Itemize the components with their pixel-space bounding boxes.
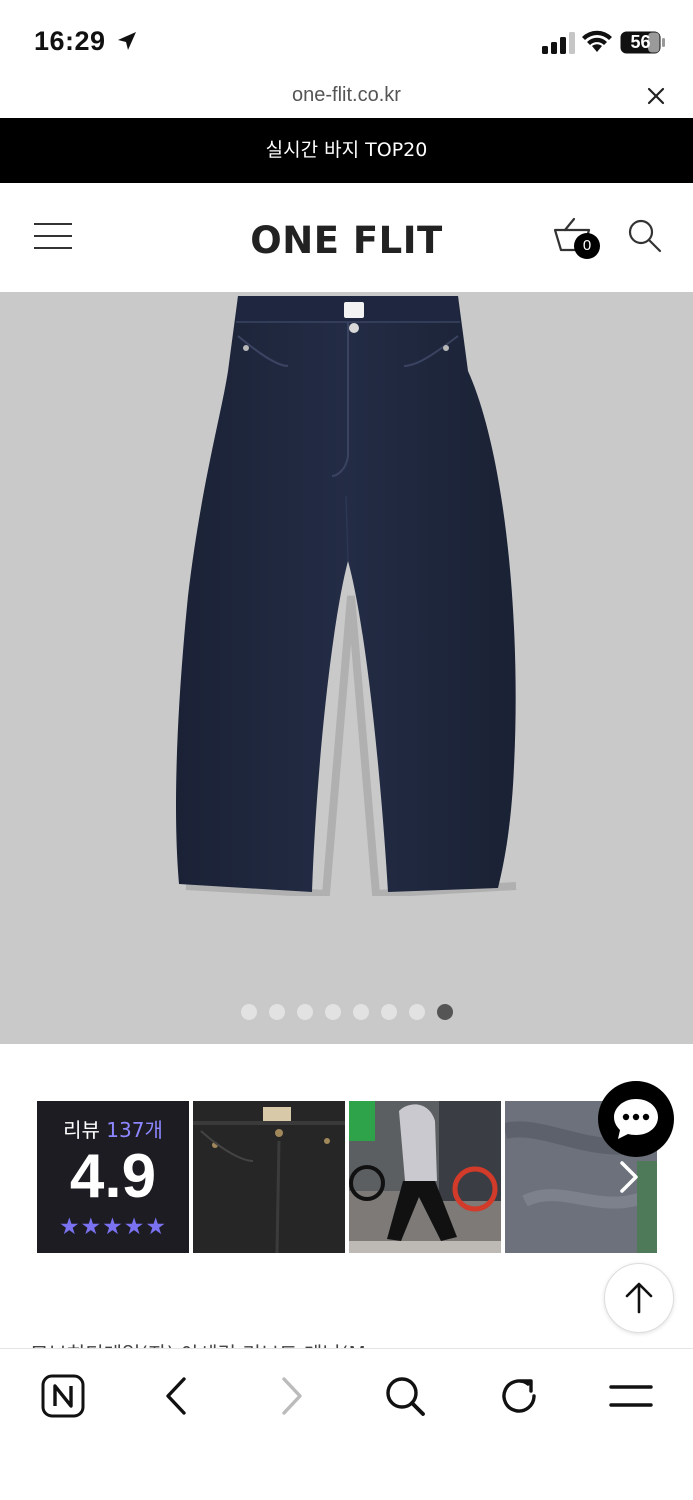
review-photo-jeans-closeup xyxy=(193,1101,345,1253)
product-image-carousel[interactable] xyxy=(0,292,693,1044)
browser-toolbar xyxy=(0,1348,693,1500)
chevron-right-icon[interactable] xyxy=(617,1159,641,1195)
review-score: 4.9 xyxy=(69,1142,157,1211)
review-count-label: 리뷰 137개 xyxy=(37,1114,189,1143)
review-label-text: 리뷰 xyxy=(63,1118,107,1142)
status-bar: 16:29 56 one-flit.co.kr xyxy=(0,0,693,106)
close-icon[interactable] xyxy=(644,84,668,108)
carousel-dot[interactable] xyxy=(408,1004,425,1020)
menu-icon[interactable] xyxy=(606,1371,656,1421)
chat-button[interactable] xyxy=(598,1081,674,1157)
review-photo-thumbnail[interactable] xyxy=(349,1101,501,1253)
star-rating: ★★★★★ xyxy=(58,1213,168,1239)
battery-level: 56 xyxy=(630,32,651,52)
carousel-dot[interactable] xyxy=(296,1004,313,1020)
back-icon[interactable] xyxy=(152,1371,202,1421)
naver-home-icon[interactable] xyxy=(38,1371,88,1421)
search-icon[interactable] xyxy=(380,1371,430,1421)
carousel-indicator xyxy=(0,1004,693,1020)
carousel-dot[interactable] xyxy=(268,1004,285,1020)
address-bar-url[interactable]: one-flit.co.kr xyxy=(0,84,693,107)
status-time: 16:29 xyxy=(34,26,106,56)
carousel-dot[interactable] xyxy=(240,1004,257,1020)
carousel-dot[interactable] xyxy=(380,1004,397,1020)
forward-icon[interactable] xyxy=(266,1371,316,1421)
top-banner[interactable]: 실시간 바지 TOP20 xyxy=(0,118,693,183)
cellular-signal-icon xyxy=(542,32,575,54)
carousel-dot[interactable] xyxy=(352,1004,369,1020)
chat-bubble-icon xyxy=(614,1099,658,1139)
review-strip: 리뷰 137개 4.9 ★★★★★ xyxy=(37,1101,657,1253)
arrow-up-icon xyxy=(625,1282,653,1314)
product-jeans-image xyxy=(176,296,517,896)
location-arrow-icon xyxy=(118,32,136,50)
refresh-icon[interactable] xyxy=(494,1371,544,1421)
site-header: ONE FLIT 0 xyxy=(0,183,693,292)
cart-count-badge: 0 xyxy=(574,233,600,259)
review-photo-street xyxy=(349,1101,501,1253)
review-rating-card[interactable]: 리뷰 137개 4.9 ★★★★★ xyxy=(37,1101,189,1253)
review-photo-thumbnail[interactable] xyxy=(193,1101,345,1253)
carousel-dot[interactable] xyxy=(324,1004,341,1020)
review-count: 137개 xyxy=(106,1118,163,1142)
search-icon[interactable] xyxy=(626,217,662,253)
carousel-dot-active[interactable] xyxy=(436,1004,453,1020)
battery-icon: 56 xyxy=(620,31,666,54)
scroll-to-top-button[interactable] xyxy=(604,1263,674,1333)
wifi-icon xyxy=(582,30,612,52)
